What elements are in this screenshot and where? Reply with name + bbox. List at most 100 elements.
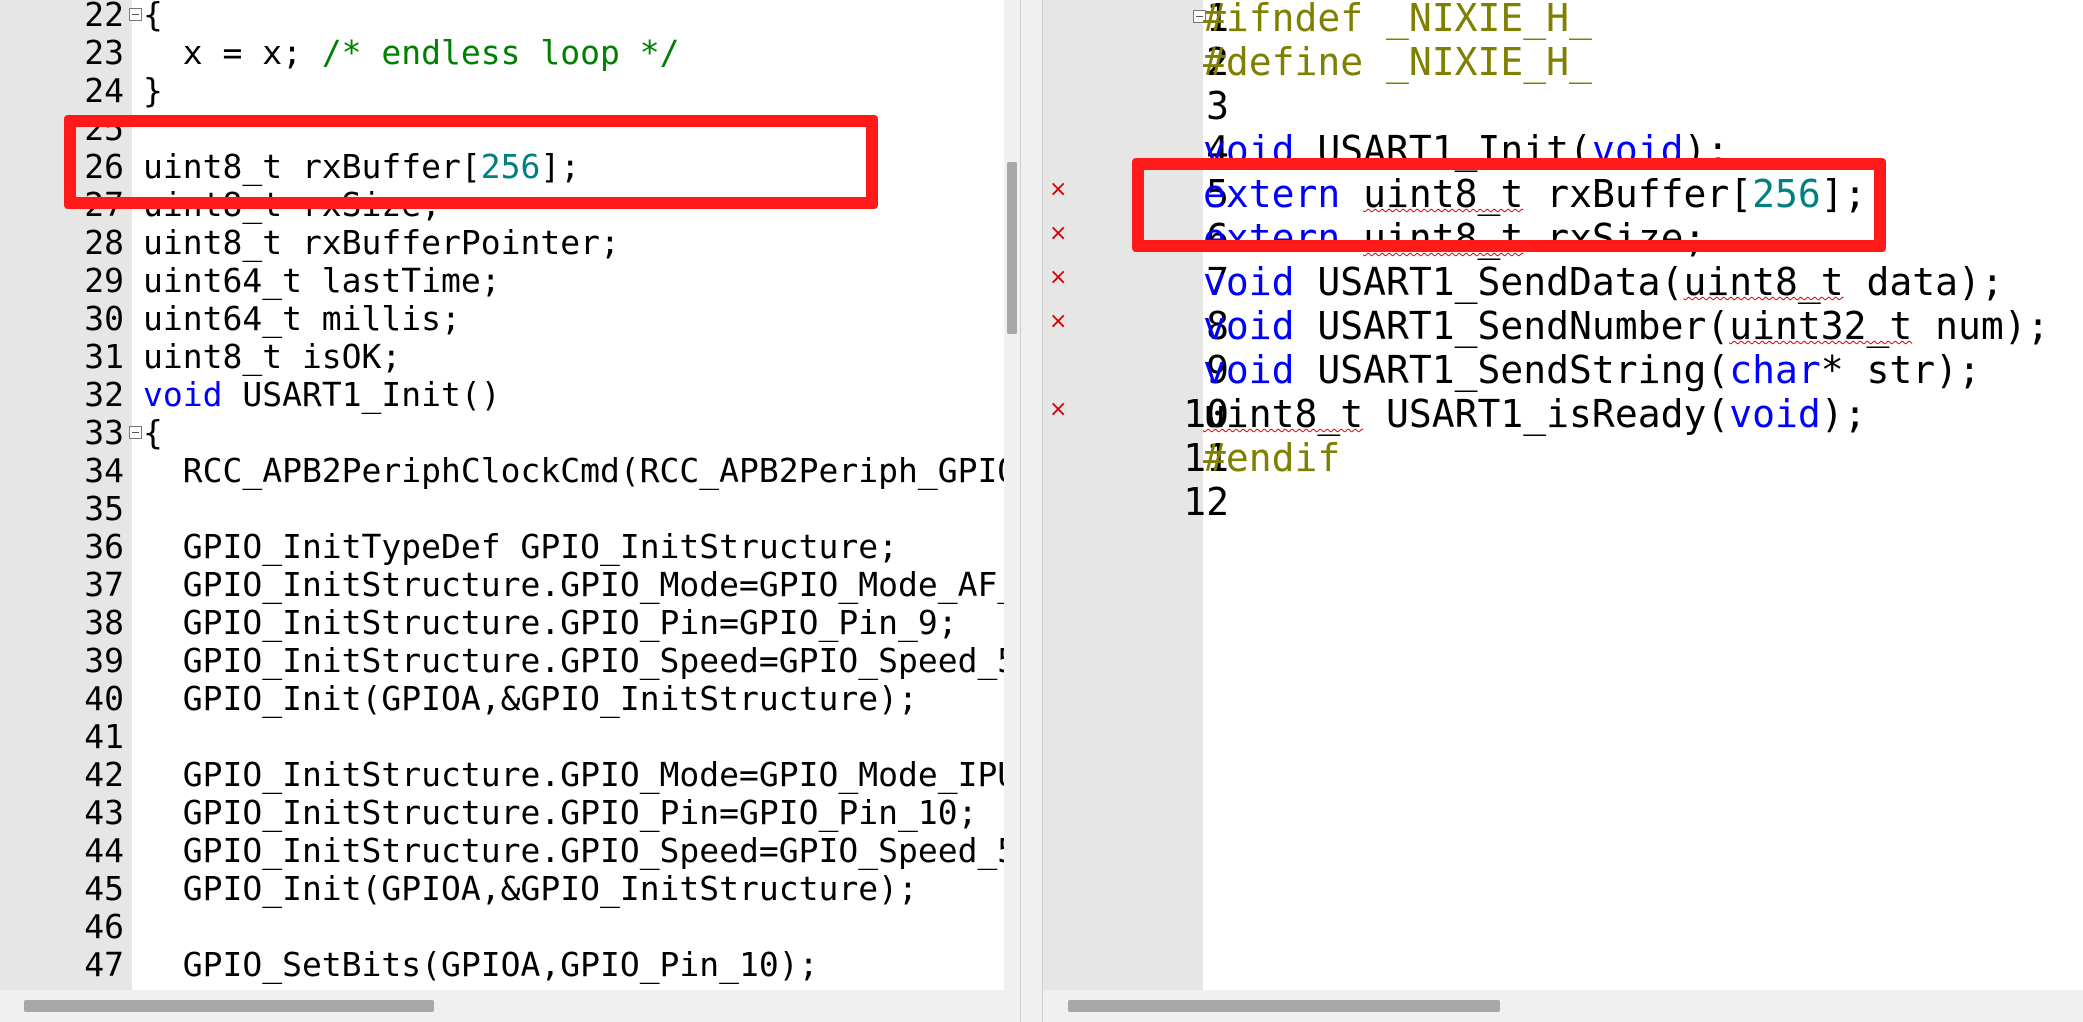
code-line[interactable]: 47 GPIO_SetBits(GPIOA,GPIO_Pin_10); <box>0 946 1006 984</box>
code-line[interactable]: 12 <box>1043 480 2083 524</box>
code-line[interactable]: 41 <box>0 718 1006 756</box>
code-line[interactable]: 10 × uint8_t USART1_isReady(void); <box>1043 392 2083 436</box>
code-text: GPIO_Init(GPIOA,&GPIO_InitStructure); <box>143 680 918 718</box>
error-x-icon[interactable]: × <box>1049 256 1067 300</box>
code-line[interactable]: 30 uint64_t millis; <box>0 300 1006 338</box>
code-line[interactable]: 40 GPIO_Init(GPIOA,&GPIO_InitStructure); <box>0 680 1006 718</box>
code-line[interactable]: 24} <box>0 72 1006 110</box>
code-token: uint8_t isOK; <box>143 337 402 376</box>
left-horizontal-scroll-thumb[interactable] <box>24 1000 434 1012</box>
code-text: #define _NIXIE_H_ <box>1203 40 1592 84</box>
line-number: 37 <box>84 565 124 604</box>
code-line[interactable]: 44 GPIO_InitStructure.GPIO_Speed=GPIO_Sp… <box>0 832 1006 870</box>
code-line[interactable]: 32 void USART1_Init() <box>0 376 1006 414</box>
line-number: 46 <box>84 907 124 946</box>
line-number: 32 <box>84 375 124 414</box>
code-line[interactable]: 35 <box>0 490 1006 528</box>
code-text: GPIO_InitStructure.GPIO_Mode=GPIO_Mode_A… <box>143 566 1006 604</box>
code-line[interactable]: 23 x = x; /* endless loop */ <box>0 34 1006 72</box>
left-vertical-scrollbar[interactable] <box>1004 0 1020 990</box>
code-line[interactable]: 33 { <box>0 414 1006 452</box>
code-text: uint64_t lastTime; <box>143 262 501 300</box>
code-line[interactable]: 46 <box>0 908 1006 946</box>
right-horizontal-scroll-thumb[interactable] <box>1068 1000 1500 1012</box>
error-x-icon[interactable]: × <box>1049 300 1067 344</box>
highlight-box-rxbuffer-definition <box>64 115 878 209</box>
line-number: 41 <box>84 717 124 756</box>
code-token: ); <box>1820 392 1867 436</box>
code-line[interactable]: 38 GPIO_InitStructure.GPIO_Pin=GPIO_Pin_… <box>0 604 1006 642</box>
code-line[interactable]: 22 { <box>0 0 1006 34</box>
code-token: GPIO_InitTypeDef GPIO_InitStructure; <box>143 527 898 566</box>
code-line[interactable]: 37 GPIO_InitStructure.GPIO_Mode=GPIO_Mod… <box>0 566 1006 604</box>
left-editor-pane[interactable]: 22{23 x = x; /* endless loop */24} 25 26 ui… <box>0 0 1020 1022</box>
code-line[interactable]: 34 RCC_APB2PeriphClockCmd(RCC_APB2Periph… <box>0 452 1006 490</box>
code-token: GPIO_Init(GPIOA,&GPIO_InitStructure); <box>143 869 918 908</box>
code-text: #ifndef _NIXIE_H_ <box>1203 0 1592 40</box>
code-line[interactable]: 9 void USART1_SendString(char* str); <box>1043 348 2083 392</box>
code-text: x = x; /* endless loop */ <box>143 33 680 72</box>
code-token: void <box>1203 304 1295 348</box>
right-editor-pane[interactable]: 1 #ifndef _NIXIE_H_ 2 #define _NIXIE_H_ 3 4 vo… <box>1043 0 2083 1022</box>
line-number: 28 <box>84 223 124 262</box>
code-line[interactable]: 31 uint8_t isOK; <box>0 338 1006 376</box>
code-text: uint8_t USART1_isReady(void); <box>1203 392 1866 436</box>
error-x-icon[interactable]: × <box>1049 168 1067 212</box>
code-token: USART1_SendNumber( <box>1294 304 1730 348</box>
left-vertical-scroll-thumb[interactable] <box>1007 162 1017 334</box>
code-token: USART1_SendData( <box>1294 260 1684 304</box>
code-token: uint64_t millis; <box>143 299 461 338</box>
line-number: 40 <box>84 679 124 718</box>
code-text: #endif <box>1203 436 1340 480</box>
fold-collapse-icon[interactable] <box>129 426 142 439</box>
line-number: 43 <box>84 793 124 832</box>
code-token: RCC_APB2PeriphClockCmd(RCC_APB2Periph_GP… <box>143 451 1006 490</box>
code-text: GPIO_InitStructure.GPIO_Mode=GPIO_Mode_I… <box>143 756 1006 794</box>
error-x-icon[interactable]: × <box>1049 388 1067 432</box>
code-line[interactable]: 8 × void USART1_SendNumber(uint32_t num); <box>1043 304 2083 348</box>
code-line[interactable]: 28 uint8_t rxBufferPointer; <box>0 224 1006 262</box>
code-token: void <box>1729 392 1821 436</box>
highlight-box-extern-rxbuffer <box>1132 158 1886 252</box>
code-text: GPIO_SetBits(GPIOA,GPIO_Pin_10); <box>143 946 819 984</box>
code-text: uint8_t isOK; <box>143 338 401 376</box>
code-line[interactable]: 39 GPIO_InitStructure.GPIO_Speed=GPIO_Sp… <box>0 642 1006 680</box>
code-token: GPIO_InitStructure.GPIO_Mode=GPIO_Mode_I… <box>143 755 1006 794</box>
code-token: uint64_t lastTime; <box>143 261 501 300</box>
code-line[interactable]: 2 #define _NIXIE_H_ <box>1043 40 2083 84</box>
code-line[interactable]: 42 GPIO_InitStructure.GPIO_Mode=GPIO_Mod… <box>0 756 1006 794</box>
line-number: 23 <box>84 33 124 72</box>
right-code-area[interactable]: 1 #ifndef _NIXIE_H_ 2 #define _NIXIE_H_ 3 4 vo… <box>1043 0 2083 986</box>
line-number: 12 <box>1183 480 1229 524</box>
fold-collapse-icon[interactable] <box>129 8 142 21</box>
code-line[interactable]: 1 #ifndef _NIXIE_H_ <box>1043 0 2083 40</box>
code-line[interactable]: 29 uint64_t lastTime; <box>0 262 1006 300</box>
code-token: x = x; <box>143 33 322 72</box>
code-token: uint32_t <box>1729 304 1913 348</box>
code-line[interactable]: 36 GPIO_InitTypeDef GPIO_InitStructure; <box>0 528 1006 566</box>
line-number: 39 <box>84 641 124 680</box>
line-number: 33 <box>84 413 124 452</box>
code-line[interactable]: 7 × void USART1_SendData(uint8_t data); <box>1043 260 2083 304</box>
left-horizontal-scrollbar[interactable] <box>0 990 1020 1022</box>
code-token: #ifndef _NIXIE_H_ <box>1203 0 1592 40</box>
code-text: } <box>143 72 163 110</box>
code-text: GPIO_Init(GPIOA,&GPIO_InitStructure); <box>143 870 918 908</box>
code-token: data); <box>1843 260 2004 304</box>
code-token: { <box>143 413 163 452</box>
code-text: GPIO_InitStructure.GPIO_Pin=GPIO_Pin_10; <box>143 794 978 832</box>
code-token: GPIO_InitStructure.GPIO_Speed=GPIO_Speed… <box>143 641 1006 680</box>
code-token: GPIO_SetBits(GPIOA,GPIO_Pin_10); <box>143 945 819 984</box>
code-text: GPIO_InitTypeDef GPIO_InitStructure; <box>143 528 898 566</box>
right-horizontal-scrollbar[interactable] <box>1043 990 2083 1022</box>
code-token: uint8_t <box>1203 392 1364 436</box>
splitter-bar[interactable] <box>1020 0 1043 1022</box>
error-x-icon[interactable]: × <box>1049 212 1067 256</box>
line-number: 45 <box>84 869 124 908</box>
code-token: USART1_Init() <box>222 375 501 414</box>
code-line[interactable]: 3 <box>1043 84 2083 128</box>
code-line[interactable]: 11 #endif <box>1043 436 2083 480</box>
code-text: uint64_t millis; <box>143 300 461 338</box>
code-line[interactable]: 43 GPIO_InitStructure.GPIO_Pin=GPIO_Pin_… <box>0 794 1006 832</box>
code-line[interactable]: 45 GPIO_Init(GPIOA,&GPIO_InitStructure); <box>0 870 1006 908</box>
